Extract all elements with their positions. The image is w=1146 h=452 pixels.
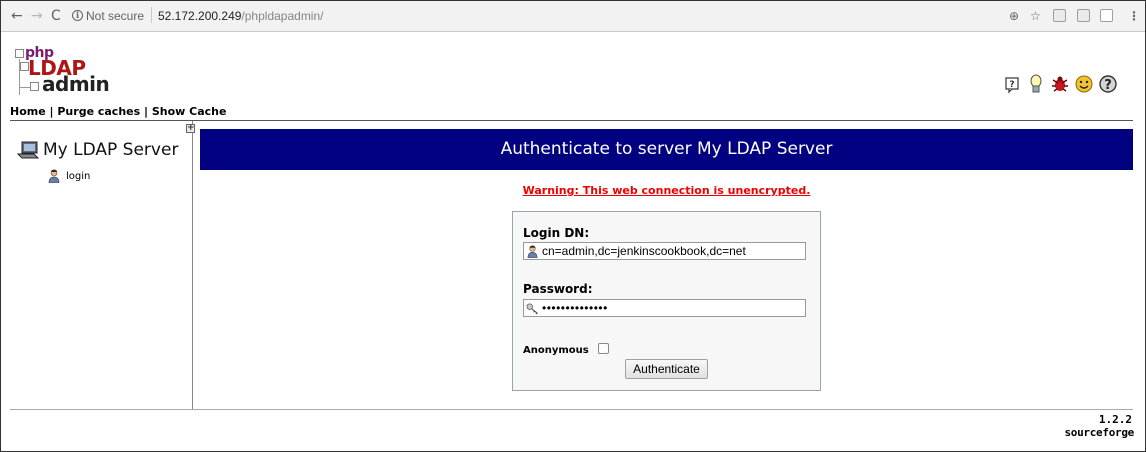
question-icon[interactable]: ? xyxy=(1098,74,1118,94)
back-icon[interactable]: ← xyxy=(11,8,23,24)
url-path: /phpldapadmin/ xyxy=(241,9,324,23)
anonymous-label: Anonymous xyxy=(523,345,589,356)
url-divider xyxy=(151,7,152,23)
forward-icon[interactable]: → xyxy=(31,8,43,24)
expand-icon[interactable]: + xyxy=(186,124,195,133)
reload-icon[interactable]: C xyxy=(51,8,61,24)
unencrypted-warning: Warning: This web connection is unencryp… xyxy=(522,184,811,197)
zoom-icon[interactable]: ⊕ xyxy=(1009,9,1019,23)
purge-caches-link[interactable]: Purge caches xyxy=(57,105,140,118)
key-icon xyxy=(526,302,539,315)
top-menu: Home | Purge caches | Show Cache xyxy=(10,105,226,118)
login-dn-field[interactable]: cn=admin,dc=jenkinscookbook,dc=net xyxy=(523,242,806,260)
security-status[interactable]: Not secure xyxy=(86,9,144,23)
password-value: •••••••••••••• xyxy=(542,301,608,315)
server-name: My LDAP Server xyxy=(43,140,179,160)
footer-divider xyxy=(10,409,1133,410)
url-host: 52.172.200.249 xyxy=(158,9,242,23)
password-field[interactable]: •••••••••••••• xyxy=(523,299,806,317)
login-form: Login DN: cn=admin,dc=jenkinscookbook,dc… xyxy=(512,211,821,391)
svg-text:?: ? xyxy=(1009,80,1014,90)
show-cache-link[interactable]: Show Cache xyxy=(152,105,227,118)
home-link[interactable]: Home xyxy=(10,105,46,118)
hint-icon[interactable] xyxy=(1026,74,1046,94)
bookmark-star-icon[interactable]: ☆ xyxy=(1030,9,1041,23)
phpldapadmin-logo[interactable]: php LDAP admin xyxy=(15,45,125,97)
login-dn-label: Login DN: xyxy=(523,226,590,240)
svg-text:?: ? xyxy=(1104,78,1112,93)
sidebar-login-link[interactable]: login xyxy=(47,169,90,183)
help-icon[interactable]: ? xyxy=(1003,74,1023,94)
browser-menu-icon[interactable]: ⋮ xyxy=(1128,9,1140,23)
password-label: Password: xyxy=(523,282,593,296)
authenticate-button[interactable]: Authenticate xyxy=(625,359,708,379)
extension-icon[interactable] xyxy=(1053,9,1066,22)
server-icon xyxy=(17,141,39,159)
login-dn-value: cn=admin,dc=jenkinscookbook,dc=net xyxy=(542,244,746,258)
bug-icon[interactable] xyxy=(1050,74,1070,94)
login-label: login xyxy=(66,170,91,182)
server-item[interactable]: My LDAP Server xyxy=(17,140,178,160)
version-label: 1.2.2 xyxy=(1098,413,1132,426)
sourceforge-logo[interactable]: sourceforge xyxy=(1064,426,1134,439)
anonymous-checkbox[interactable] xyxy=(598,343,609,354)
address-bar[interactable]: 52.172.200.249/phpldapadmin/ xyxy=(158,9,323,23)
extension-icon[interactable] xyxy=(1100,9,1113,22)
server-tree-sidebar: + My LDAP Server login xyxy=(10,121,195,409)
extension-icon[interactable] xyxy=(1077,9,1090,22)
browser-toolbar: ← → C i Not secure 52.172.200.249/phplda… xyxy=(1,1,1145,32)
menu-separator: | xyxy=(45,105,58,118)
user-icon xyxy=(527,244,538,258)
info-icon[interactable]: i xyxy=(72,10,83,21)
smile-icon[interactable] xyxy=(1074,74,1094,94)
menu-separator: | xyxy=(140,105,152,118)
logo-admin-text: admin xyxy=(42,72,110,96)
page-title: Authenticate to server My LDAP Server xyxy=(200,129,1133,170)
user-icon xyxy=(48,169,60,183)
